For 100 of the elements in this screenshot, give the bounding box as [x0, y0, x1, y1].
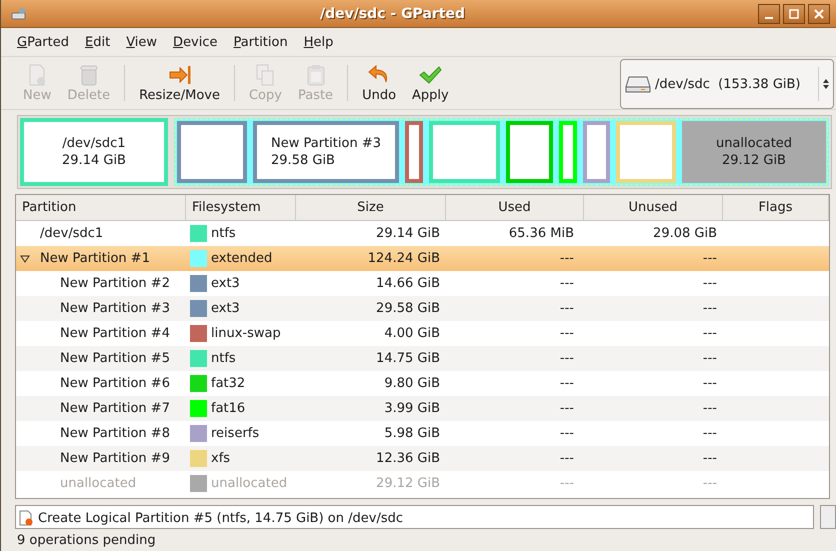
- toolbar-button[interactable]: Resize/Move: [131, 61, 228, 105]
- partition-block[interactable]: [506, 121, 553, 183]
- partition-row[interactable]: New Partition #9 xfs 12.36 GiB --- ---: [16, 446, 829, 471]
- size-cell: 9.80 GiB: [384, 376, 440, 391]
- partition-row[interactable]: New Partition #2 ext3 14.66 GiB --- ---: [16, 271, 829, 296]
- used-cell: ---: [560, 451, 574, 466]
- close-button[interactable]: [808, 4, 830, 24]
- window-title: /dev/sdc - GParted: [318, 6, 466, 22]
- menu-item[interactable]: View: [118, 32, 166, 52]
- partition-name: New Partition #2: [60, 276, 170, 291]
- column-header[interactable]: Size: [296, 195, 446, 220]
- used-cell: ---: [560, 251, 574, 266]
- expander-icon[interactable]: [20, 254, 30, 264]
- document-icon: [18, 510, 34, 526]
- used-cell: ---: [560, 301, 574, 316]
- partition-name: New Partition #1: [40, 251, 150, 266]
- partition-name: unallocated: [60, 476, 136, 491]
- partition-name: New Partition #9: [60, 451, 170, 466]
- partition-block[interactable]: /dev/sdc1 29.14 GiB: [20, 118, 168, 186]
- unused-cell: ---: [702, 351, 717, 366]
- minimize-button[interactable]: [758, 4, 780, 24]
- partition-row[interactable]: New Partition #1 extended 124.24 GiB --- ---: [16, 246, 829, 271]
- partition-name: New Partition #4: [60, 326, 170, 341]
- menu-item[interactable]: Partition: [226, 32, 296, 52]
- device-selector[interactable]: /dev/sdc (153.38 GiB): [620, 59, 834, 109]
- size-cell: 5.98 GiB: [384, 426, 440, 441]
- used-cell: ---: [560, 276, 574, 291]
- used-cell: ---: [560, 376, 574, 391]
- size-cell: 4.00 GiB: [384, 326, 440, 341]
- partition-row[interactable]: New Partition #6 fat32 9.80 GiB --- ---: [16, 371, 829, 396]
- unused-cell: ---: [702, 301, 717, 316]
- partition-row[interactable]: New Partition #5 ntfs 14.75 GiB --- ---: [16, 346, 829, 371]
- column-header[interactable]: Flags: [723, 195, 829, 220]
- partition-row[interactable]: New Partition #7 fat16 3.99 GiB --- ---: [16, 396, 829, 421]
- menu-item[interactable]: GParted: [9, 32, 77, 52]
- menu-item[interactable]: Edit: [77, 32, 118, 52]
- column-header[interactable]: Used: [446, 195, 584, 220]
- partition-block[interactable]: [583, 121, 610, 183]
- size-cell: 12.36 GiB: [376, 451, 440, 466]
- column-header[interactable]: Unused: [584, 195, 723, 220]
- partition-row[interactable]: New Partition #3 ext3 29.58 GiB --- ---: [16, 296, 829, 321]
- used-cell: ---: [560, 401, 574, 416]
- maximize-icon: [789, 8, 799, 18]
- arrow-icon: [168, 63, 192, 87]
- scrollbar[interactable]: [820, 505, 836, 529]
- size-cell: 3.99 GiB: [384, 401, 440, 416]
- column-header[interactable]: Filesystem: [186, 195, 296, 220]
- partition-row[interactable]: New Partition #8 reiserfs 5.98 GiB --- ---: [16, 421, 829, 446]
- status-text: 9 operations pending: [16, 532, 157, 550]
- partition-name: /dev/sdc1: [40, 226, 104, 241]
- size-cell: 29.14 GiB: [376, 226, 440, 241]
- partition-block[interactable]: [177, 121, 247, 183]
- unused-cell: ---: [702, 326, 717, 341]
- unused-cell: ---: [702, 426, 717, 441]
- disk-icon: [11, 6, 27, 20]
- filesystem-label: linux-swap: [211, 326, 281, 341]
- size-cell: 29.58 GiB: [376, 301, 440, 316]
- column-header[interactable]: Partition: [16, 195, 186, 220]
- partition-name: New Partition #8: [60, 426, 170, 441]
- size-cell: 124.24 GiB: [368, 251, 440, 266]
- filesystem-label: ext3: [211, 301, 240, 316]
- filesystem-label: ntfs: [211, 351, 236, 366]
- partition-name: New Partition #7: [60, 401, 170, 416]
- filesystem-label: ntfs: [211, 226, 236, 241]
- filesystem-label: xfs: [211, 451, 230, 466]
- extended-partition-block[interactable]: New Partition #3 29.58 GiB unallocated 29.12 GiB: [174, 118, 829, 186]
- hard-drive-icon: [625, 74, 651, 94]
- filesystem-label: unallocated: [211, 476, 288, 491]
- used-cell: ---: [560, 351, 574, 366]
- partition-row[interactable]: /dev/sdc1 ntfs 29.14 GiB 65.36 MiB 29.08 GiB: [16, 221, 829, 246]
- partition-name: New Partition #5: [60, 351, 170, 366]
- filesystem-label: fat32: [211, 376, 246, 391]
- size-cell: 29.12 GiB: [376, 476, 440, 491]
- partition-name: New Partition #3: [60, 301, 170, 316]
- unused-cell: 29.08 GiB: [653, 226, 717, 241]
- minimize-icon: [765, 16, 773, 18]
- unused-cell: ---: [702, 451, 717, 466]
- menu-item[interactable]: Device: [165, 32, 226, 52]
- size-cell: 14.66 GiB: [376, 276, 440, 291]
- partition-row[interactable]: New Partition #4 linux-swap 4.00 GiB --- ---: [16, 321, 829, 346]
- menu-item[interactable]: Help: [296, 32, 342, 52]
- unused-cell: ---: [702, 251, 717, 266]
- unused-cell: ---: [702, 276, 717, 291]
- used-cell: ---: [560, 326, 574, 341]
- partition-block[interactable]: New Partition #3 29.58 GiB: [253, 121, 399, 183]
- used-cell: 65.36 MiB: [508, 226, 574, 241]
- filesystem-label: ext3: [211, 276, 240, 291]
- toolbar-button[interactable]: Undo: [354, 61, 404, 105]
- size-cell: 14.75 GiB: [376, 351, 440, 366]
- operation-item[interactable]: Create Logical Partition #5 (ntfs, 14.75 GiB) on /dev/sdc: [38, 510, 404, 526]
- used-cell: ---: [560, 426, 574, 441]
- close-icon: [814, 8, 824, 18]
- unallocated-block[interactable]: unallocated 29.12 GiB: [682, 121, 826, 183]
- toolbar-button[interactable]: Apply: [404, 61, 457, 105]
- filesystem-label: fat16: [211, 401, 246, 416]
- filesystem-label: reiserfs: [211, 426, 260, 441]
- filesystem-label: extended: [211, 251, 272, 266]
- used-cell: ---: [560, 476, 574, 491]
- partition-block[interactable]: [405, 121, 423, 183]
- maximize-button[interactable]: [783, 4, 805, 24]
